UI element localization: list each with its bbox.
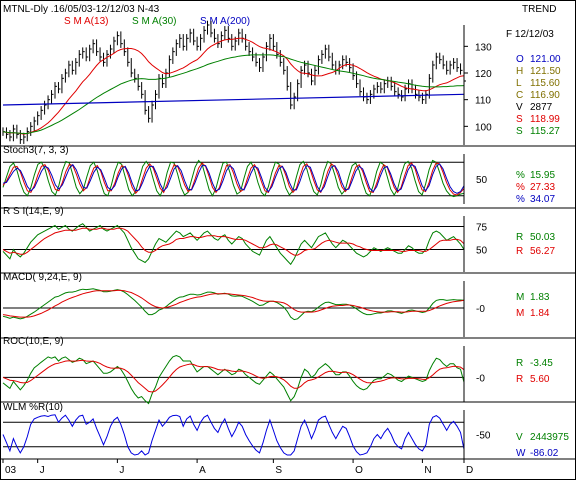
wlm-title: WLM %R(10)	[3, 402, 63, 413]
panel-readout-key: W	[516, 448, 526, 459]
panel-readout-key: R	[516, 232, 523, 243]
panel-readout-value: 50.03	[530, 232, 555, 243]
readout-key: O	[516, 54, 524, 65]
readout-date: F 12/12/03	[506, 29, 554, 40]
panel-readout-value: 34.07	[530, 194, 555, 205]
x-tick-label: O	[355, 465, 363, 476]
x-tick-label: 03	[5, 465, 17, 476]
price-tick-label: 100	[475, 122, 492, 133]
panel-readout-key: M	[516, 292, 524, 303]
readout-value: 121.00	[530, 54, 561, 65]
panel-tick-label: -50	[476, 431, 491, 442]
chart-title: MTNL-Dly .16/05/03-12/12/03 N-43	[3, 4, 160, 15]
chart-window: MTNL-Dly .16/05/03-12/12/03 N-43 TREND S…	[0, 0, 576, 480]
x-tick-label: N	[424, 465, 431, 476]
readout-key: L	[516, 78, 522, 89]
readout-value: 115.60	[530, 78, 560, 89]
panel-tick-label: -0	[476, 373, 485, 384]
readout-value: 118.99	[530, 114, 560, 125]
panel-readout-key: %	[516, 182, 525, 193]
panel-tick-label: 75	[476, 222, 488, 233]
panel-readout-value: 5.60	[530, 374, 550, 385]
readout-key: S	[516, 126, 523, 137]
panel-readout-key: %	[516, 170, 525, 181]
panel-tick-label: -0	[476, 304, 485, 315]
panel-readout-value: 27.33	[530, 182, 555, 193]
readout-value: 116.90	[530, 90, 560, 101]
x-tick-label: J	[40, 465, 45, 476]
panel-readout-key: %	[516, 194, 525, 205]
price-tick-label: 110	[475, 96, 491, 107]
panel-readout-key: R	[516, 374, 523, 385]
legend-sma13: S M A(13)	[64, 16, 108, 27]
legend-sma30: S M A(30)	[132, 16, 176, 27]
panel-readout-key: R	[516, 358, 523, 369]
panel-readout-value: 2443975	[530, 432, 569, 443]
x-tick-label: S	[275, 465, 282, 476]
readout-key: H	[516, 66, 523, 77]
panel-tick-label: 50	[476, 246, 488, 257]
price-tick-label: 130	[475, 42, 492, 53]
readout-key: S	[516, 114, 523, 125]
panel-readout-value: 15.95	[530, 170, 555, 181]
trend-label: TREND	[522, 4, 556, 15]
panel-readout-key: V	[516, 432, 523, 443]
panel-readout-value: 56.27	[530, 246, 555, 257]
panel-readout-value: -86.02	[530, 448, 559, 459]
panel-readout-key: M	[516, 308, 524, 319]
x-tick-label: D	[466, 465, 473, 476]
panel-readout-value: -3.45	[530, 358, 553, 369]
readout-key: C	[516, 90, 523, 101]
readout-value: 121.50	[530, 66, 561, 77]
panel-readout-value: 1.84	[530, 308, 550, 319]
macd-title: MACD( 9,24,E, 9)	[3, 272, 82, 283]
panel-readout-key: R	[516, 246, 523, 257]
readout-value: 2877	[530, 102, 553, 113]
panel-readout-value: 1.83	[530, 292, 550, 303]
stock-chart: MTNL-Dly .16/05/03-12/12/03 N-43 TREND S…	[0, 0, 576, 480]
x-tick-label: J	[119, 465, 124, 476]
stoch-title: Stoch3(7, 3, 3)	[3, 145, 69, 156]
readout-value: 115.27	[530, 126, 560, 137]
x-tick-label: A	[199, 465, 206, 476]
readout-key: V	[516, 102, 523, 113]
panel-tick-label: 50	[476, 175, 488, 186]
price-tick-label: 120	[475, 69, 492, 80]
